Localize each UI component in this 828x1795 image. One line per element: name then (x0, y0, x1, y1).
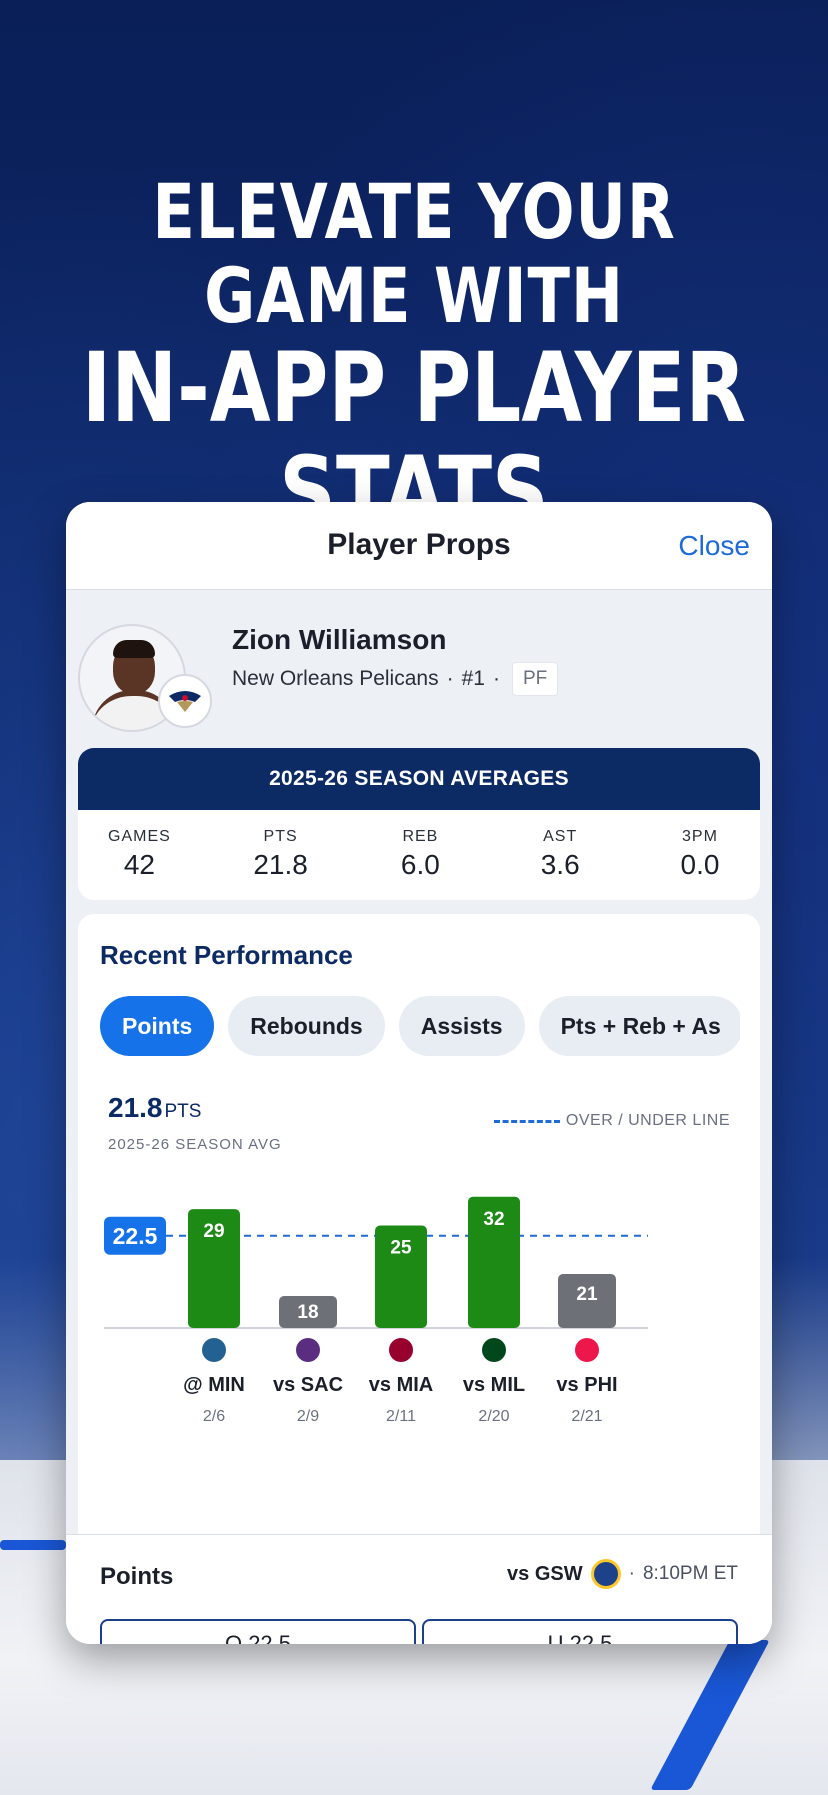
stat-label: PTS (263, 828, 298, 845)
tab-pts-reb-ast[interactable]: Pts + Reb + As (538, 996, 740, 1056)
stat-tabs: Points Rebounds Assists Pts + Reb + As (100, 996, 740, 1056)
chart-bar-value: 32 (483, 1209, 504, 1230)
kings-logo-icon (296, 1338, 320, 1362)
points-market-title: Points (100, 1563, 174, 1590)
season-averages-header: 2025-26 SEASON AVERAGES (78, 748, 760, 810)
stat-label: AST (543, 828, 578, 845)
stat-value: 6.0 (400, 849, 440, 880)
over-bet-button[interactable]: O 22.5 (100, 1619, 416, 1644)
chart-bar-value: 18 (297, 1302, 318, 1323)
legend-label: OVER / UNDER LINE (565, 1112, 730, 1129)
player-meta: New Orleans Pelicans · #1 · PF (232, 662, 559, 696)
chart-category-label: vs MIL (463, 1374, 525, 1396)
season-avg-value: 21.8 PTS (108, 1092, 201, 1124)
player-team: New Orleans Pelicans (232, 667, 439, 690)
matchup-info: vs GSW · 8:10PM ET (507, 1559, 738, 1589)
season-stats-row: GAMES 42 PTS 21.8 REB 6.0 AST 3.6 3PM 0.… (78, 810, 760, 881)
close-button[interactable]: Close (678, 530, 750, 562)
stat-label: REB (402, 828, 439, 845)
stat-label: GAMES (108, 828, 171, 845)
chart-category-label: vs MIA (369, 1374, 433, 1396)
stat-value: 3.6 (540, 849, 580, 880)
tab-assists[interactable]: Assists (398, 996, 525, 1056)
decor-stripe-left (0, 1540, 66, 1550)
bucks-logo-icon (482, 1338, 506, 1362)
over-under-legend: OVER / UNDER LINE (493, 1112, 730, 1130)
legend-dash-line (493, 1119, 560, 1123)
under-bet-button[interactable]: U 22.5 (422, 1619, 738, 1644)
stat-games: GAMES 42 (108, 828, 171, 881)
season-avg-label: 2025-26 SEASON AVG (108, 1136, 282, 1153)
timberwolves-logo-icon (202, 1338, 226, 1362)
stat-pts: PTS 21.8 (251, 828, 311, 881)
chart-bar-value: 21 (576, 1284, 598, 1305)
76ers-logo-icon (575, 1338, 599, 1362)
meta-separator: · (492, 667, 500, 690)
chart-date-label: 2/6 (203, 1408, 225, 1425)
chart-category-label: @ MIN (183, 1374, 245, 1396)
chart-bar-value: 29 (203, 1221, 224, 1242)
chart-date-label: 2/20 (478, 1408, 509, 1425)
stat-value: 0.0 (680, 849, 720, 880)
meta-separator: · (446, 667, 454, 690)
sheet-header: Player Props Close (66, 502, 772, 590)
chart-category-label: vs SAC (273, 1374, 343, 1396)
stat-label: 3PM (682, 828, 718, 845)
season-averages-card: 2025-26 SEASON AVERAGES GAMES 42 PTS 21.… (78, 748, 760, 900)
opponent-label: vs GSW (507, 1562, 583, 1585)
stat-value: 42 (123, 849, 155, 880)
game-time: 8:10PM ET (642, 1563, 738, 1584)
recent-performance-title: Recent Performance (100, 940, 353, 970)
over-under-line-label: 22.5 (113, 1223, 158, 1249)
headshot-hair (113, 640, 155, 658)
chart-date-label: 2/21 (571, 1408, 602, 1425)
time-separator: · (628, 1563, 635, 1584)
tab-points[interactable]: Points (100, 996, 215, 1056)
promo-headline: ELEVATE YOUR GAME WITH IN-APP PLAYER STA… (75, 167, 754, 545)
player-position-badge: PF (511, 662, 559, 696)
headline-line-1: ELEVATE YOUR GAME WITH (152, 167, 676, 340)
heat-logo-icon (389, 1338, 413, 1362)
stat-3pm: 3PM 0.0 (670, 828, 730, 881)
chart-category-label: vs PHI (556, 1374, 617, 1396)
pelicans-logo-icon (158, 674, 212, 728)
points-market: Points vs GSW · 8:10PM ET O 22.5 U 22.5 (66, 1534, 772, 1644)
sheet-title: Player Props (327, 528, 511, 561)
recent-points-chart: 22.5 29 @ MIN 2/6 18 vs SAC 2/9 25 vs MIA 2/11 32 v… (104, 1196, 648, 1425)
stat-reb: REB 6.0 (390, 828, 450, 881)
player-number: #1 (461, 667, 485, 690)
player-props-sheet: Player Props Close Zion Williamson New O… (66, 502, 772, 1644)
stat-ast: AST 3.6 (530, 828, 590, 881)
recent-performance-card: Recent Performance Points Rebounds Assists… (78, 914, 760, 1534)
tab-rebounds[interactable]: Rebounds (228, 996, 385, 1056)
avg-number: 21.8 (108, 1092, 163, 1123)
chart-date-label: 2/11 (386, 1408, 416, 1425)
stat-value: 21.8 (253, 849, 308, 880)
avg-unit: PTS (164, 1101, 202, 1122)
warriors-logo-icon (590, 1559, 621, 1589)
chart-bar-value: 25 (390, 1238, 412, 1259)
player-name: Zion Williamson (232, 624, 447, 655)
chart-date-label: 2/9 (297, 1408, 319, 1425)
